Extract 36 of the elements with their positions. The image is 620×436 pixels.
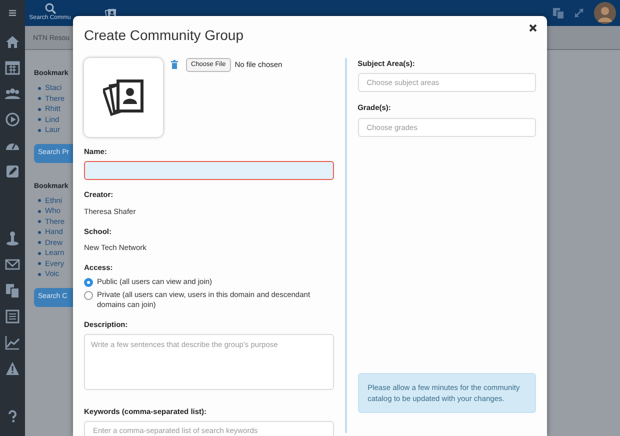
warning-icon[interactable] xyxy=(5,361,20,376)
home-icon[interactable] xyxy=(5,34,20,49)
bullet-icon xyxy=(38,97,41,100)
expand-icon[interactable] xyxy=(574,8,584,18)
pencil-icon[interactable] xyxy=(5,164,20,179)
calendar-icon[interactable] xyxy=(5,60,20,75)
person-icon[interactable] xyxy=(5,231,20,246)
close-icon[interactable] xyxy=(529,23,537,34)
copy-icon[interactable] xyxy=(553,8,564,18)
bullet-icon xyxy=(38,210,41,213)
bullet-icon xyxy=(38,199,41,202)
search-icon[interactable] xyxy=(44,3,56,14)
bullet-icon xyxy=(38,230,41,234)
line-chart-icon[interactable] xyxy=(5,335,20,350)
bullet-icon xyxy=(38,241,41,244)
play-icon[interactable] xyxy=(5,112,20,127)
avatar[interactable] xyxy=(594,2,616,24)
bullet-icon xyxy=(38,118,41,122)
bullet-icon xyxy=(38,262,41,266)
bullet-icon xyxy=(38,272,41,276)
bullet-icon xyxy=(38,220,41,224)
bullet-icon xyxy=(38,252,41,255)
envelope-icon[interactable] xyxy=(5,257,20,272)
photo-stack-icon xyxy=(102,78,144,118)
users-icon[interactable] xyxy=(5,86,20,101)
modal-title: Create Community Group xyxy=(84,27,244,44)
bullet-icon xyxy=(38,108,41,111)
trash-icon[interactable] xyxy=(171,60,178,69)
menu-icon[interactable] xyxy=(9,10,16,16)
radio-button[interactable] xyxy=(84,278,93,286)
copy-icon[interactable] xyxy=(5,283,20,298)
list-icon[interactable] xyxy=(5,309,20,324)
bullet-icon xyxy=(38,86,41,90)
radio-button[interactable] xyxy=(84,290,93,300)
bullet-icon xyxy=(38,128,41,132)
name-field[interactable] xyxy=(84,161,334,180)
